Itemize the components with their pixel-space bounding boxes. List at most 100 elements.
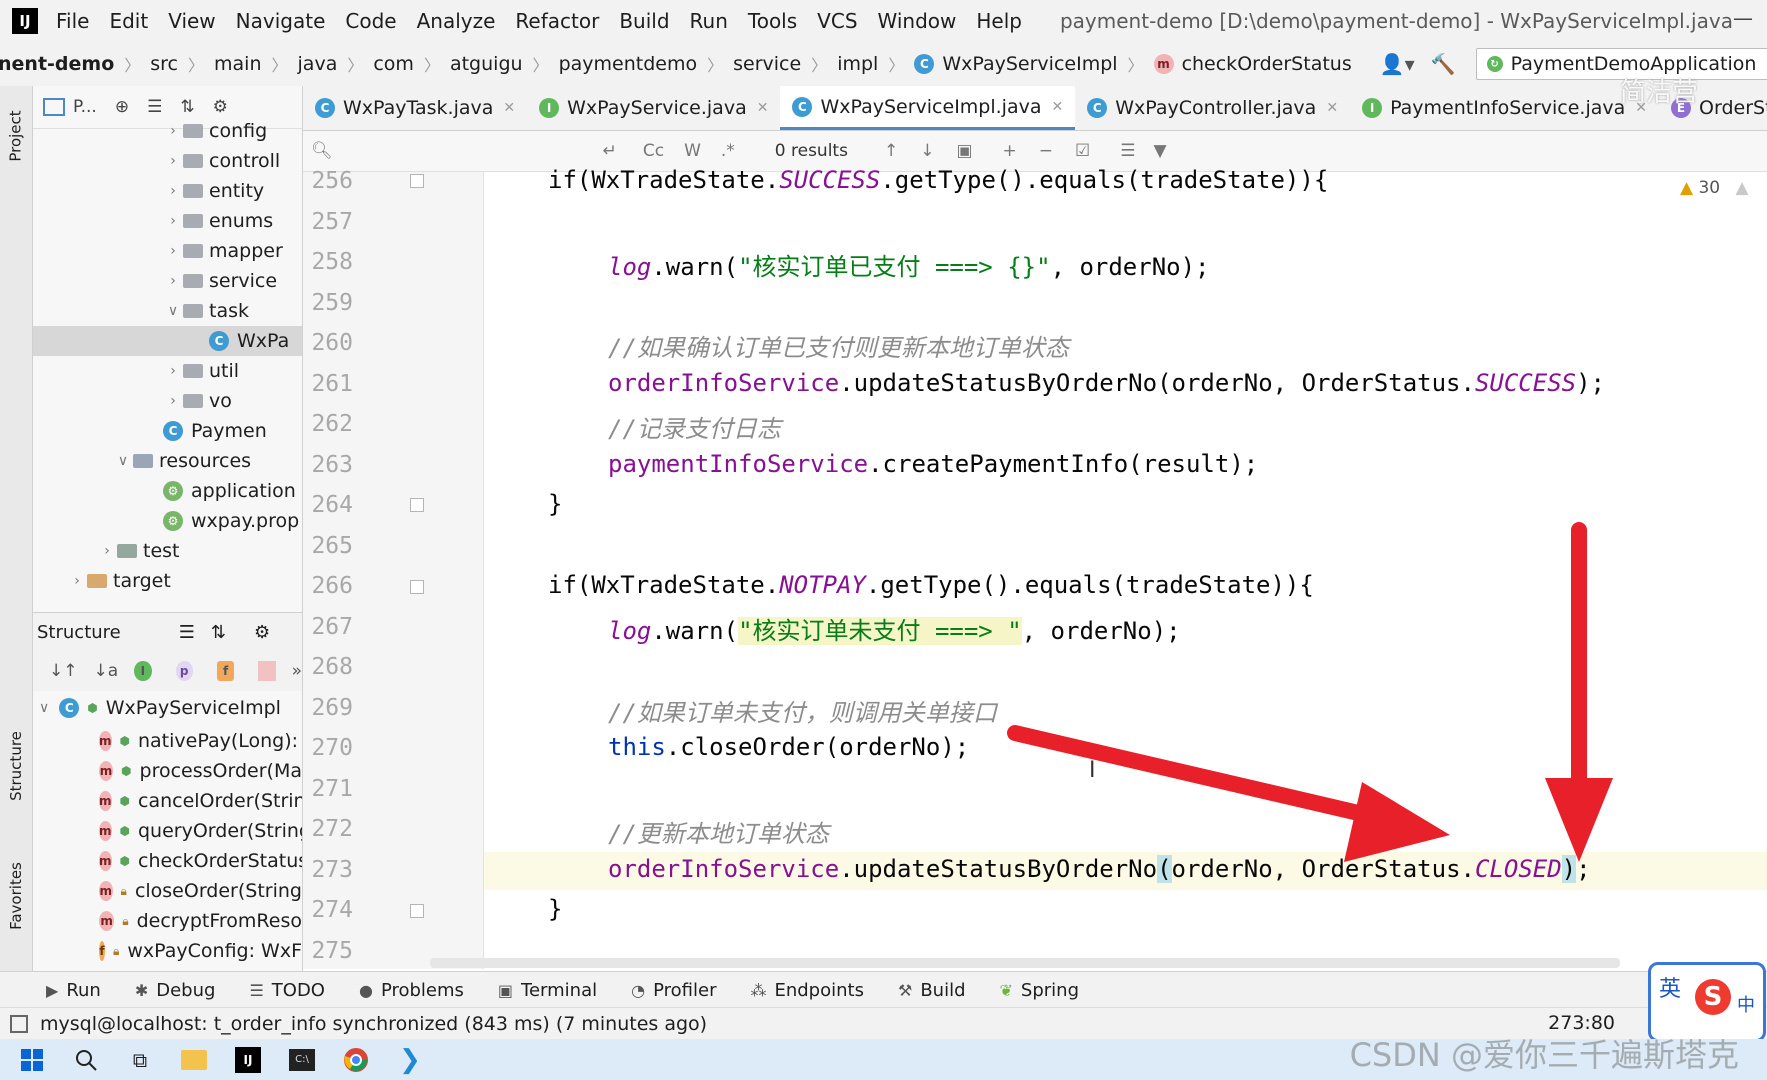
- menu-build[interactable]: Build: [619, 9, 669, 33]
- breadcrumb-main[interactable]: main: [214, 53, 261, 75]
- previous-occurrence-icon[interactable]: ↑: [884, 141, 898, 161]
- menu-code[interactable]: Code: [345, 9, 396, 33]
- remove-occurrence-icon[interactable]: −: [1039, 141, 1053, 161]
- inspection-warnings[interactable]: ▲ 30 ▲: [1680, 178, 1749, 198]
- project-tree-item[interactable]: › mapper: [33, 236, 302, 266]
- show-fields-icon[interactable]: f: [216, 661, 235, 681]
- menu-refactor[interactable]: Refactor: [515, 9, 599, 33]
- chevron-right-icon[interactable]: ›: [163, 363, 183, 379]
- profiler-tab[interactable]: ◔ Profiler: [631, 980, 716, 1001]
- editor-tab[interactable]: C WxPayServiceImpl.java ✕: [780, 86, 1076, 130]
- breadcrumb-impl[interactable]: impl: [837, 53, 878, 75]
- structure-member[interactable]: m ⬢ queryOrder(String: [33, 816, 302, 846]
- build-hammer-icon[interactable]: 🔨: [1431, 52, 1456, 76]
- chevron-down-icon[interactable]: ∨: [113, 453, 133, 469]
- show-inherited-icon[interactable]: I: [134, 661, 152, 681]
- terminal-tab[interactable]: ▣ Terminal: [498, 980, 597, 1001]
- multiline-icon[interactable]: ☰: [1120, 141, 1135, 161]
- editor-tab[interactable]: C WxPayTask.java ✕: [303, 86, 527, 130]
- spring-tab[interactable]: ❦ Spring: [1000, 980, 1080, 1001]
- windows-start-icon[interactable]: [12, 1045, 52, 1075]
- debug-tab[interactable]: ✱ Debug: [135, 980, 216, 1001]
- breadcrumb-com[interactable]: com: [373, 53, 414, 75]
- chevron-right-icon[interactable]: ›: [163, 243, 183, 259]
- project-view-label[interactable]: P...: [73, 97, 97, 117]
- menu-analyze[interactable]: Analyze: [417, 9, 496, 33]
- close-icon[interactable]: ✕: [1052, 99, 1064, 115]
- minimize-icon[interactable]: —: [1733, 6, 1753, 30]
- search-input[interactable]: [338, 140, 603, 162]
- chevron-right-icon[interactable]: ›: [163, 213, 183, 229]
- close-icon[interactable]: ✕: [757, 100, 769, 116]
- project-tree-item[interactable]: › test: [33, 536, 302, 566]
- project-tree-item[interactable]: › target: [33, 566, 302, 596]
- expand-all-icon[interactable]: ☰: [179, 622, 195, 643]
- menu-run[interactable]: Run: [690, 9, 728, 33]
- editor-tab[interactable]: I WxPayService.java ✕: [527, 86, 780, 130]
- intellij-taskbar-icon[interactable]: IJ: [228, 1045, 268, 1075]
- project-tree-item[interactable]: › controll: [33, 146, 302, 176]
- expand-all-icon[interactable]: ☰: [147, 97, 162, 117]
- sort-visibility-icon[interactable]: ↓↑: [49, 661, 78, 681]
- regex-toggle[interactable]: .*: [721, 141, 735, 161]
- vscode-icon[interactable]: ❯: [390, 1045, 430, 1075]
- file-explorer-icon[interactable]: [174, 1045, 214, 1075]
- sort-alpha-icon[interactable]: ↓a: [94, 661, 119, 681]
- structure-member[interactable]: f 🔒︎ wxPayConfig: WxF: [33, 936, 302, 966]
- breadcrumb-atguigu[interactable]: atguigu: [450, 53, 523, 75]
- fold-marker-icon[interactable]: [410, 904, 424, 918]
- run-tab[interactable]: ▶ Run: [46, 980, 101, 1001]
- editor-tab[interactable]: I PaymentInfoService.java ✕: [1350, 86, 1659, 130]
- new-line-icon[interactable]: ↵: [603, 141, 617, 161]
- chevron-right-icon[interactable]: ›: [163, 393, 183, 409]
- search-icon[interactable]: [66, 1045, 106, 1075]
- gear-icon[interactable]: ⚙: [213, 97, 228, 117]
- todo-tab[interactable]: ☰ TODO: [249, 980, 325, 1001]
- close-icon[interactable]: ✕: [503, 100, 515, 116]
- match-case-toggle[interactable]: Cc: [643, 141, 664, 161]
- close-icon[interactable]: ✕: [1326, 100, 1338, 116]
- structure-member[interactable]: m ⬢ cancelOrder(Strin: [33, 786, 302, 816]
- locate-icon[interactable]: ⊕: [115, 97, 129, 117]
- more-icon[interactable]: »: [292, 661, 302, 681]
- endpoints-tab[interactable]: ⁂ Endpoints: [750, 980, 864, 1001]
- fold-marker-icon[interactable]: [410, 580, 424, 594]
- structure-member[interactable]: m 🔒︎ closeOrder(String: [33, 876, 302, 906]
- show-non-public-icon[interactable]: [258, 661, 276, 681]
- problems-tab[interactable]: ● Problems: [359, 980, 464, 1001]
- whole-words-toggle[interactable]: W: [684, 141, 701, 161]
- project-tree-item[interactable]: › vo: [33, 386, 302, 416]
- structure-member[interactable]: m 🔒︎ decryptFromReso: [33, 906, 302, 936]
- favorites-tool-tab[interactable]: Favorites: [0, 846, 32, 946]
- menu-vcs[interactable]: VCS: [817, 9, 857, 33]
- collapse-all-icon[interactable]: ⇅: [180, 97, 194, 117]
- chrome-icon[interactable]: [336, 1045, 376, 1075]
- project-tree-item[interactable]: › entity: [33, 176, 302, 206]
- breadcrumb-src[interactable]: src: [150, 53, 178, 75]
- breadcrumb-java[interactable]: java: [298, 53, 338, 75]
- layout-toggle-icon[interactable]: [10, 1015, 28, 1033]
- chevron-right-icon[interactable]: ›: [163, 183, 183, 199]
- next-occurrence-icon[interactable]: ↓: [920, 141, 934, 161]
- chevron-right-icon[interactable]: ›: [67, 573, 87, 589]
- chevron-right-icon[interactable]: ›: [163, 123, 183, 139]
- menu-help[interactable]: Help: [976, 9, 1022, 33]
- structure-member[interactable]: m ⬢ nativePay(Long): M: [33, 726, 302, 756]
- user-icon[interactable]: 👤▾: [1380, 52, 1415, 76]
- project-tree-item[interactable]: › service: [33, 266, 302, 296]
- menu-edit[interactable]: Edit: [109, 9, 148, 33]
- breadcrumb-class[interactable]: WxPayServiceImpl: [942, 53, 1117, 75]
- project-tree-item[interactable]: ∨ resources: [33, 446, 302, 476]
- terminal-taskbar-icon[interactable]: C:\: [282, 1045, 322, 1075]
- chevron-right-icon[interactable]: ›: [97, 543, 117, 559]
- chevron-down-icon[interactable]: ∨: [163, 303, 183, 319]
- project-tree-item[interactable]: ⚙ wxpay.prop: [33, 506, 302, 536]
- filter-icon[interactable]: ▼: [1154, 141, 1167, 161]
- menu-tools[interactable]: Tools: [748, 9, 797, 33]
- menu-view[interactable]: View: [168, 9, 215, 33]
- project-tree-item[interactable]: › config: [33, 116, 302, 146]
- select-all-occurrences-icon[interactable]: ▣: [956, 141, 972, 161]
- breadcrumb-method[interactable]: checkOrderStatus: [1182, 53, 1352, 75]
- menu-window[interactable]: Window: [878, 9, 957, 33]
- project-tree-item[interactable]: › enums: [33, 206, 302, 236]
